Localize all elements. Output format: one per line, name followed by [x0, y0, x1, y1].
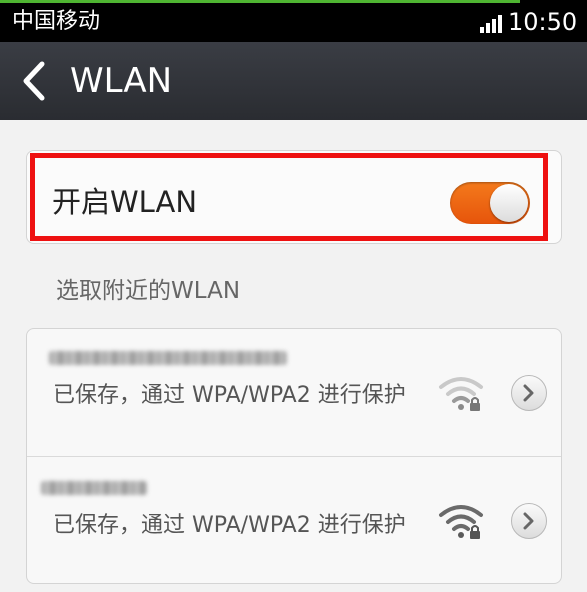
back-arrow-icon[interactable]: [16, 58, 56, 104]
network-details-button[interactable]: [511, 503, 547, 539]
chevron-right-icon: [523, 512, 534, 530]
title-bar: WLAN: [0, 42, 587, 120]
network-details-button[interactable]: [511, 375, 547, 411]
highlight-box: [30, 153, 548, 241]
network-name-redacted: [49, 351, 287, 365]
list-divider: [27, 456, 561, 457]
clock: 10:50: [508, 8, 578, 36]
network-status: 已保存，通过 WPA/WPA2 进行保护: [53, 383, 406, 408]
carrier-name: 中国移动: [12, 9, 101, 34]
wifi-weak-locked-icon: [439, 377, 483, 411]
status-bar: 中国移动 10:50: [0, 0, 587, 42]
status-accent-line: [0, 0, 520, 3]
signal-icon: [480, 15, 502, 33]
network-list: 已保存，通过 WPA/WPA2 进行保护 已保存，通过 WPA/WPA2 进行保…: [26, 328, 562, 584]
chevron-right-icon: [523, 384, 534, 402]
section-label: 选取附近的WLAN: [56, 278, 241, 304]
network-name-redacted: [41, 481, 147, 495]
wifi-strong-locked-icon: [439, 505, 483, 539]
network-status: 已保存，通过 WPA/WPA2 进行保护: [53, 513, 406, 538]
page-title: WLAN: [70, 61, 173, 101]
